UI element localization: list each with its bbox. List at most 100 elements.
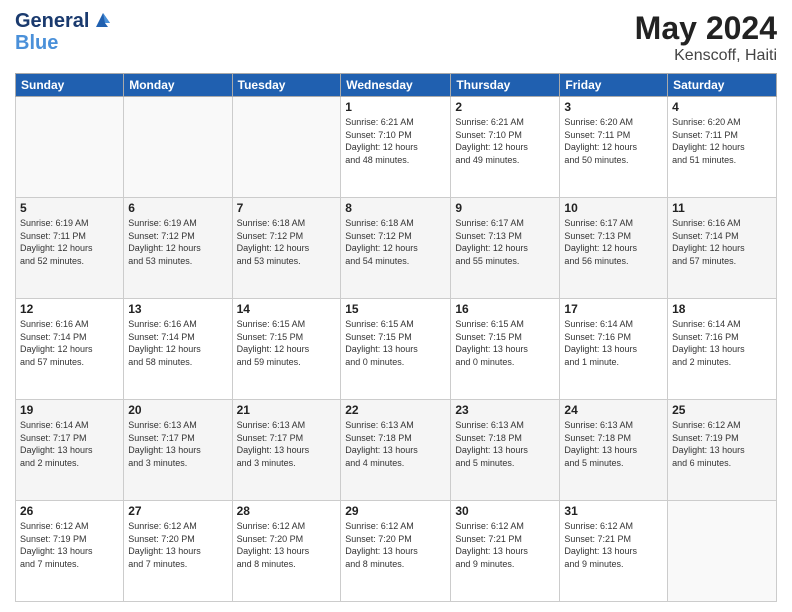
day-number: 7 (237, 201, 337, 215)
day-info: Sunrise: 6:13 AM Sunset: 7:17 PM Dayligh… (237, 419, 337, 469)
day-cell: 17 Sunrise: 6:14 AM Sunset: 7:16 PM Dayli… (560, 299, 668, 400)
day-cell: 6Sunrise: 6:19 AM Sunset: 7:12 PM Daylig… (124, 198, 232, 299)
day-cell: 7 Sunrise: 6:18 AM Sunset: 7:12 PM Daylig… (232, 198, 341, 299)
calendar: Sunday Monday Tuesday Wednesday Thursday… (15, 73, 777, 602)
day-cell: 3Sunrise: 6:20 AM Sunset: 7:11 PM Daylig… (560, 97, 668, 198)
logo: General Blue (15, 10, 114, 54)
page: General Blue May 2024 Kenscoff, Haiti Su… (0, 0, 792, 612)
day-cell: 19 Sunrise: 6:14 AM Sunset: 7:17 PM Dayli… (16, 400, 124, 501)
day-cell: 16 Sunrise: 6:15 AM Sunset: 7:15 PM Dayli… (451, 299, 560, 400)
day-info: Sunrise: 6:19 AM Sunset: 7:11 PM Dayligh… (20, 217, 119, 267)
day-cell (668, 501, 777, 602)
day-cell: 9 Sunrise: 6:17 AM Sunset: 7:13 PM Daylig… (451, 198, 560, 299)
day-number: 23 (455, 403, 555, 417)
day-cell: 25 Sunrise: 6:12 AM Sunset: 7:19 PM Dayli… (668, 400, 777, 501)
day-info: Sunrise: 6:16 AM Sunset: 7:14 PM Dayligh… (20, 318, 119, 368)
week-row-2: 5Sunrise: 6:19 AM Sunset: 7:11 PM Daylig… (16, 198, 777, 299)
day-info: Sunrise: 6:17 AM Sunset: 7:13 PM Dayligh… (455, 217, 555, 267)
day-info: Sunrise: 6:12 AM Sunset: 7:19 PM Dayligh… (672, 419, 772, 469)
day-cell: 10Sunrise: 6:17 AM Sunset: 7:13 PM Dayli… (560, 198, 668, 299)
col-friday: Friday (560, 74, 668, 97)
header: General Blue May 2024 Kenscoff, Haiti (15, 10, 777, 65)
day-cell: 4 Sunrise: 6:20 AM Sunset: 7:11 PM Daylig… (668, 97, 777, 198)
col-thursday: Thursday (451, 74, 560, 97)
day-info: Sunrise: 6:14 AM Sunset: 7:16 PM Dayligh… (672, 318, 772, 368)
day-number: 31 (564, 504, 663, 518)
day-info: Sunrise: 6:12 AM Sunset: 7:20 PM Dayligh… (237, 520, 337, 570)
day-number: 11 (672, 201, 772, 215)
day-number: 12 (20, 302, 119, 316)
day-cell: 26 Sunrise: 6:12 AM Sunset: 7:19 PM Dayli… (16, 501, 124, 602)
logo-icon (92, 9, 114, 31)
day-info: Sunrise: 6:13 AM Sunset: 7:18 PM Dayligh… (564, 419, 663, 469)
day-number: 29 (345, 504, 446, 518)
day-cell (124, 97, 232, 198)
day-cell: 20Sunrise: 6:13 AM Sunset: 7:17 PM Dayli… (124, 400, 232, 501)
day-cell: 13 Sunrise: 6:16 AM Sunset: 7:14 PM Dayli… (124, 299, 232, 400)
day-number: 15 (345, 302, 446, 316)
day-info: Sunrise: 6:12 AM Sunset: 7:20 PM Dayligh… (345, 520, 446, 570)
subtitle: Kenscoff, Haiti (635, 47, 777, 65)
day-cell: 15Sunrise: 6:15 AM Sunset: 7:15 PM Dayli… (341, 299, 451, 400)
day-info: Sunrise: 6:21 AM Sunset: 7:10 PM Dayligh… (455, 116, 555, 166)
day-info: Sunrise: 6:16 AM Sunset: 7:14 PM Dayligh… (128, 318, 227, 368)
day-cell: 1Sunrise: 6:21 AM Sunset: 7:10 PM Daylig… (341, 97, 451, 198)
day-cell: 23 Sunrise: 6:13 AM Sunset: 7:18 PM Dayli… (451, 400, 560, 501)
day-cell: 5Sunrise: 6:19 AM Sunset: 7:11 PM Daylig… (16, 198, 124, 299)
day-cell: 27 Sunrise: 6:12 AM Sunset: 7:20 PM Dayli… (124, 501, 232, 602)
day-number: 6 (128, 201, 227, 215)
day-cell: 12 Sunrise: 6:16 AM Sunset: 7:14 PM Dayli… (16, 299, 124, 400)
day-number: 14 (237, 302, 337, 316)
logo-general: General (15, 10, 89, 32)
day-cell: 22Sunrise: 6:13 AM Sunset: 7:18 PM Dayli… (341, 400, 451, 501)
week-row-3: 12 Sunrise: 6:16 AM Sunset: 7:14 PM Dayli… (16, 299, 777, 400)
day-info: Sunrise: 6:13 AM Sunset: 7:17 PM Dayligh… (128, 419, 227, 469)
day-number: 4 (672, 100, 772, 114)
col-saturday: Saturday (668, 74, 777, 97)
day-info: Sunrise: 6:13 AM Sunset: 7:18 PM Dayligh… (455, 419, 555, 469)
week-row-5: 26 Sunrise: 6:12 AM Sunset: 7:19 PM Dayli… (16, 501, 777, 602)
day-cell: 18 Sunrise: 6:14 AM Sunset: 7:16 PM Dayli… (668, 299, 777, 400)
header-row: Sunday Monday Tuesday Wednesday Thursday… (16, 74, 777, 97)
day-cell: 11 Sunrise: 6:16 AM Sunset: 7:14 PM Dayli… (668, 198, 777, 299)
col-sunday: Sunday (16, 74, 124, 97)
day-cell (16, 97, 124, 198)
day-cell: 24 Sunrise: 6:13 AM Sunset: 7:18 PM Dayli… (560, 400, 668, 501)
day-number: 8 (345, 201, 446, 215)
day-info: Sunrise: 6:14 AM Sunset: 7:17 PM Dayligh… (20, 419, 119, 469)
day-number: 2 (455, 100, 555, 114)
day-number: 19 (20, 403, 119, 417)
week-row-1: 1Sunrise: 6:21 AM Sunset: 7:10 PM Daylig… (16, 97, 777, 198)
day-number: 30 (455, 504, 555, 518)
day-number: 28 (237, 504, 337, 518)
day-info: Sunrise: 6:20 AM Sunset: 7:11 PM Dayligh… (672, 116, 772, 166)
day-info: Sunrise: 6:15 AM Sunset: 7:15 PM Dayligh… (237, 318, 337, 368)
day-info: Sunrise: 6:12 AM Sunset: 7:19 PM Dayligh… (20, 520, 119, 570)
day-cell: 2 Sunrise: 6:21 AM Sunset: 7:10 PM Daylig… (451, 97, 560, 198)
day-info: Sunrise: 6:15 AM Sunset: 7:15 PM Dayligh… (455, 318, 555, 368)
day-info: Sunrise: 6:20 AM Sunset: 7:11 PM Dayligh… (564, 116, 663, 166)
day-info: Sunrise: 6:12 AM Sunset: 7:20 PM Dayligh… (128, 520, 227, 570)
day-number: 24 (564, 403, 663, 417)
day-number: 13 (128, 302, 227, 316)
week-row-4: 19 Sunrise: 6:14 AM Sunset: 7:17 PM Dayli… (16, 400, 777, 501)
day-info: Sunrise: 6:21 AM Sunset: 7:10 PM Dayligh… (345, 116, 446, 166)
col-tuesday: Tuesday (232, 74, 341, 97)
day-number: 16 (455, 302, 555, 316)
day-number: 21 (237, 403, 337, 417)
day-number: 27 (128, 504, 227, 518)
day-info: Sunrise: 6:18 AM Sunset: 7:12 PM Dayligh… (237, 217, 337, 267)
day-cell (232, 97, 341, 198)
day-info: Sunrise: 6:18 AM Sunset: 7:12 PM Dayligh… (345, 217, 446, 267)
col-wednesday: Wednesday (341, 74, 451, 97)
day-number: 22 (345, 403, 446, 417)
day-info: Sunrise: 6:14 AM Sunset: 7:16 PM Dayligh… (564, 318, 663, 368)
day-info: Sunrise: 6:16 AM Sunset: 7:14 PM Dayligh… (672, 217, 772, 267)
day-number: 17 (564, 302, 663, 316)
day-number: 18 (672, 302, 772, 316)
day-info: Sunrise: 6:17 AM Sunset: 7:13 PM Dayligh… (564, 217, 663, 267)
day-number: 9 (455, 201, 555, 215)
day-info: Sunrise: 6:12 AM Sunset: 7:21 PM Dayligh… (455, 520, 555, 570)
day-number: 25 (672, 403, 772, 417)
day-number: 26 (20, 504, 119, 518)
